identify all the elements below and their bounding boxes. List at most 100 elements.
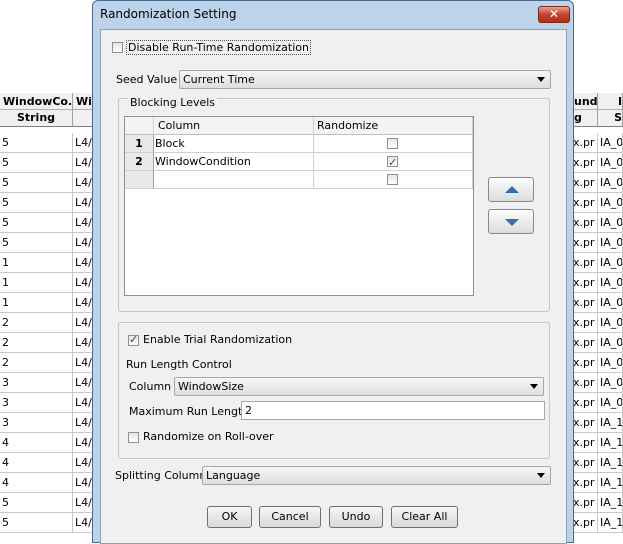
table-cell[interactable]: 8x.pr xyxy=(574,393,598,413)
blocking-column-cell[interactable] xyxy=(154,171,314,189)
column-header[interactable]: Column xyxy=(154,117,314,135)
randomize-header[interactable]: Randomize xyxy=(314,117,473,135)
disable-runtime-checkbox[interactable] xyxy=(112,42,123,53)
row-number[interactable]: 1 xyxy=(125,135,154,153)
table-cell[interactable]: IA_0 xyxy=(598,133,623,153)
table-cell[interactable]: 6x.pr xyxy=(574,353,598,373)
table-cell[interactable]: IA_0 xyxy=(598,173,623,193)
close-button[interactable]: ✕ xyxy=(538,6,570,23)
table-cell[interactable]: 7x.pr xyxy=(574,173,598,193)
run-length-column-dropdown[interactable]: WindowSize xyxy=(174,377,544,396)
table-cell[interactable]: IA_0 xyxy=(598,293,623,313)
table-cell[interactable]: L4/I xyxy=(73,293,93,313)
clear-all-button[interactable]: Clear All xyxy=(391,506,458,528)
table-cell[interactable]: 5 xyxy=(0,213,73,233)
table-cell[interactable]: 3x.pr xyxy=(574,493,598,513)
row-number[interactable]: 2 xyxy=(125,153,154,171)
move-up-button[interactable] xyxy=(488,177,534,202)
table-cell[interactable]: 5 xyxy=(0,513,73,533)
table-cell[interactable]: IA_0 xyxy=(598,153,623,173)
table-cell[interactable]: 1x.pr xyxy=(574,253,598,273)
table-cell[interactable]: IA_0 xyxy=(598,393,623,413)
table-cell[interactable]: L4/I xyxy=(73,273,93,293)
seed-value-dropdown[interactable]: Current Time xyxy=(179,70,551,89)
randomize-checkbox[interactable] xyxy=(387,154,398,171)
table-cell[interactable]: IA_0 xyxy=(598,313,623,333)
table-cell[interactable]: L4/I xyxy=(73,313,93,333)
table-cell[interactable]: L4/I xyxy=(73,193,93,213)
table-cell[interactable]: 5 xyxy=(0,173,73,193)
table-cell[interactable]: 2 xyxy=(0,353,73,373)
cancel-button[interactable]: Cancel xyxy=(259,506,321,528)
table-cell[interactable]: 3 xyxy=(0,393,73,413)
table-cell[interactable]: 7x.pr xyxy=(574,373,598,393)
table-cell[interactable]: 1x.pr xyxy=(574,453,598,473)
table-cell[interactable]: 2 xyxy=(0,313,73,333)
table-cell[interactable]: 2 xyxy=(0,333,73,353)
table-cell[interactable]: L4/I xyxy=(73,393,93,413)
table-cell[interactable]: 3x.pr xyxy=(574,293,598,313)
table-cell[interactable]: 4x.pr xyxy=(574,513,598,533)
table-cell[interactable]: 4 xyxy=(0,453,73,473)
table-cell[interactable]: 1 xyxy=(0,273,73,293)
table-cell[interactable]: IA_0 xyxy=(598,213,623,233)
table-cell[interactable]: 0x.pr xyxy=(574,233,598,253)
table-cell[interactable]: 4 xyxy=(0,433,73,453)
table-cell[interactable]: 6x.pr xyxy=(574,153,598,173)
table-cell[interactable]: 2x.pr xyxy=(574,473,598,493)
table-cell[interactable]: L4/I xyxy=(73,353,93,373)
splitting-column-dropdown[interactable]: Language xyxy=(202,466,551,485)
table-cell[interactable]: L4/I xyxy=(73,213,93,233)
table-cell[interactable]: L4/I xyxy=(73,453,93,473)
table-cell[interactable]: IA_1 xyxy=(598,433,623,453)
table-cell[interactable]: L4/I xyxy=(73,493,93,513)
table-cell[interactable]: IA_1 xyxy=(598,453,623,473)
table-cell[interactable]: 1 xyxy=(0,293,73,313)
table-cell[interactable]: IA_0 xyxy=(598,253,623,273)
table-cell[interactable]: 1 xyxy=(0,253,73,273)
column-header-second[interactable]: Wi xyxy=(73,93,93,127)
table-cell[interactable]: IA_1 xyxy=(598,513,623,533)
table-cell[interactable]: 5 xyxy=(0,233,73,253)
table-cell[interactable]: L4/I xyxy=(73,433,93,453)
table-cell[interactable]: L4/I xyxy=(73,173,93,193)
table-cell[interactable]: L4/I xyxy=(73,513,93,533)
table-cell[interactable]: L4/I xyxy=(73,373,93,393)
table-cell[interactable]: L4/I xyxy=(73,233,93,253)
table-cell[interactable]: IA_0 xyxy=(598,353,623,373)
enable-trial-randomization-label[interactable]: Enable Trial Randomization xyxy=(143,333,292,346)
table-cell[interactable]: 5 xyxy=(0,193,73,213)
row-number[interactable] xyxy=(125,171,154,189)
table-cell[interactable]: L4/I xyxy=(73,153,93,173)
table-cell[interactable]: 2x.pr xyxy=(574,273,598,293)
table-cell[interactable]: 9x.pr xyxy=(574,213,598,233)
table-cell[interactable]: IA_0 xyxy=(598,273,623,293)
column-header-last[interactable]: I S xyxy=(598,93,623,127)
table-cell[interactable]: IA_1 xyxy=(598,413,623,433)
table-cell[interactable]: 3 xyxy=(0,373,73,393)
table-cell[interactable]: IA_0 xyxy=(598,333,623,353)
randomize-on-rollover-label[interactable]: Randomize on Roll-over xyxy=(143,430,274,443)
table-cell[interactable]: 5 xyxy=(0,133,73,153)
maximum-run-length-input[interactable]: 2 xyxy=(241,401,545,420)
dialog-titlebar[interactable]: Randomization Setting ✕ xyxy=(93,1,573,28)
table-cell[interactable]: 8x.pr xyxy=(574,193,598,213)
randomize-checkbox[interactable] xyxy=(387,174,398,185)
table-cell[interactable]: L4/I xyxy=(73,473,93,493)
table-cell[interactable]: 3 xyxy=(0,413,73,433)
ok-button[interactable]: OK xyxy=(207,506,252,528)
table-cell[interactable]: IA_1 xyxy=(598,493,623,513)
table-cell[interactable]: L4/I xyxy=(73,333,93,353)
table-cell[interactable]: L4/I xyxy=(73,133,93,153)
column-header-sound[interactable]: und g xyxy=(574,93,598,127)
enable-trial-randomization-checkbox[interactable] xyxy=(128,333,139,346)
table-cell[interactable]: IA_0 xyxy=(598,193,623,213)
table-cell[interactable]: 4 xyxy=(0,473,73,493)
blocking-column-cell[interactable]: Block xyxy=(154,135,314,153)
table-cell[interactable]: IA_0 xyxy=(598,373,623,393)
randomize-checkbox[interactable] xyxy=(387,138,398,149)
table-cell[interactable]: IA_1 xyxy=(598,473,623,493)
table-cell[interactable]: 5x.pr xyxy=(574,133,598,153)
table-cell[interactable]: 0x.pr xyxy=(574,433,598,453)
table-cell[interactable]: 5x.pr xyxy=(574,333,598,353)
